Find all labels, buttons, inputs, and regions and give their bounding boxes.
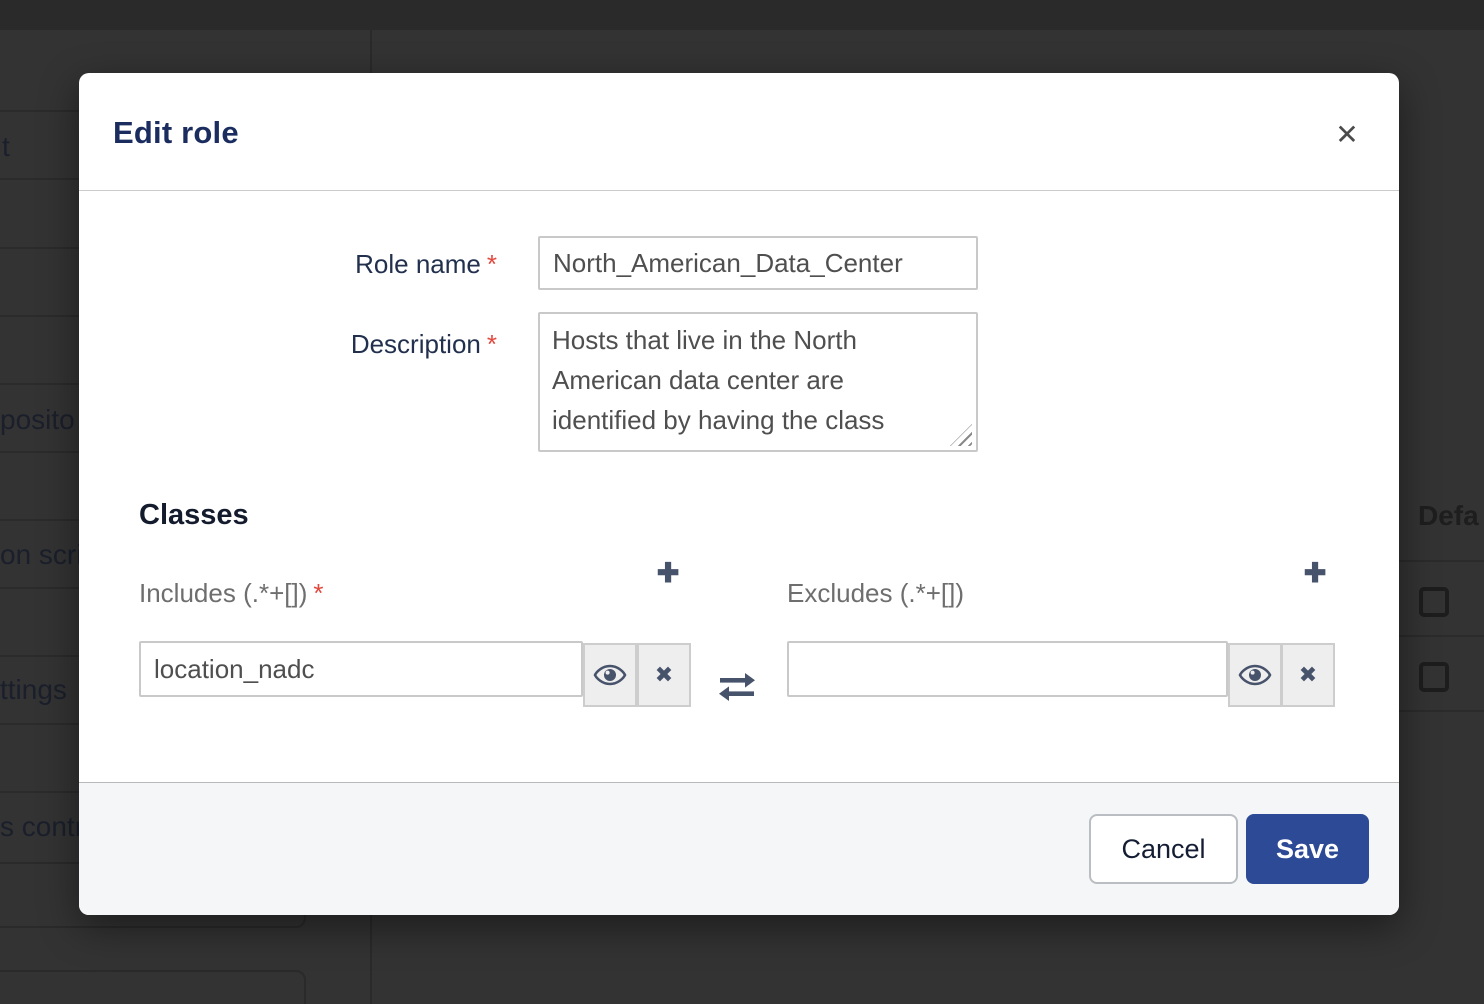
excludes-label-text: Excludes (.*+[]) <box>787 578 964 608</box>
background-text-fragment: t <box>2 131 10 163</box>
plus-icon: ✚ <box>657 558 680 589</box>
required-asterisk: * <box>487 329 497 359</box>
required-asterisk: * <box>487 249 497 279</box>
screen: t posito on scri ttings s contr Defa Edi… <box>0 0 1484 1004</box>
excludes-label: Excludes (.*+[]) <box>787 578 964 609</box>
role-name-label-text: Role name <box>355 249 481 279</box>
cancel-button[interactable]: Cancel <box>1089 814 1238 884</box>
classes-heading: Classes <box>139 499 249 532</box>
background-card-outline <box>0 970 306 1004</box>
x-icon: ✖ <box>1299 662 1317 688</box>
includes-label-text: Includes (.*+[]) <box>139 578 307 608</box>
background-text-fragment: posito <box>0 404 75 436</box>
includes-input[interactable] <box>139 641 583 697</box>
includes-remove-button[interactable]: ✖ <box>637 643 691 707</box>
background-topbar <box>0 0 1484 30</box>
background-text-fragment: s contr <box>0 811 84 843</box>
add-include-button[interactable]: ✚ <box>651 556 685 590</box>
add-exclude-button[interactable]: ✚ <box>1298 556 1332 590</box>
excludes-preview-button[interactable] <box>1228 643 1282 707</box>
description-textarea[interactable]: Hosts that live in the North American da… <box>538 312 978 452</box>
role-name-input[interactable] <box>538 236 978 290</box>
header-divider <box>79 190 1399 191</box>
eye-icon <box>1238 664 1272 686</box>
background-row-divider <box>1399 635 1484 637</box>
checkbox <box>1419 587 1449 617</box>
background-text-fragment: ttings <box>0 674 67 706</box>
background-column-header: Defa <box>1418 500 1479 532</box>
role-name-label: Role name* <box>79 249 497 280</box>
checkbox <box>1419 662 1449 692</box>
swap-include-exclude-button[interactable] <box>718 672 756 702</box>
excludes-remove-button[interactable]: ✖ <box>1281 643 1335 707</box>
eye-icon <box>593 664 627 686</box>
close-button[interactable]: ✕ <box>1327 114 1367 154</box>
description-label: Description* <box>79 329 497 360</box>
required-asterisk: * <box>313 578 323 608</box>
background-text-fragment: on scri <box>0 539 82 571</box>
background-row-divider <box>1399 560 1484 562</box>
includes-label: Includes (.*+[])* <box>139 578 323 609</box>
x-icon: ✖ <box>655 662 673 688</box>
plus-icon: ✚ <box>1304 558 1327 589</box>
close-icon: ✕ <box>1335 118 1358 151</box>
excludes-input[interactable] <box>787 641 1228 697</box>
modal-title: Edit role <box>113 115 239 151</box>
background-row-divider <box>1399 710 1484 712</box>
edit-role-modal: Edit role ✕ Role name* Description* Host… <box>79 73 1399 915</box>
includes-preview-button[interactable] <box>583 643 637 707</box>
description-label-text: Description <box>351 329 481 359</box>
save-button[interactable]: Save <box>1246 814 1369 884</box>
description-field-wrap: Hosts that live in the North American da… <box>538 312 978 452</box>
swap-arrows-icon <box>718 672 756 702</box>
